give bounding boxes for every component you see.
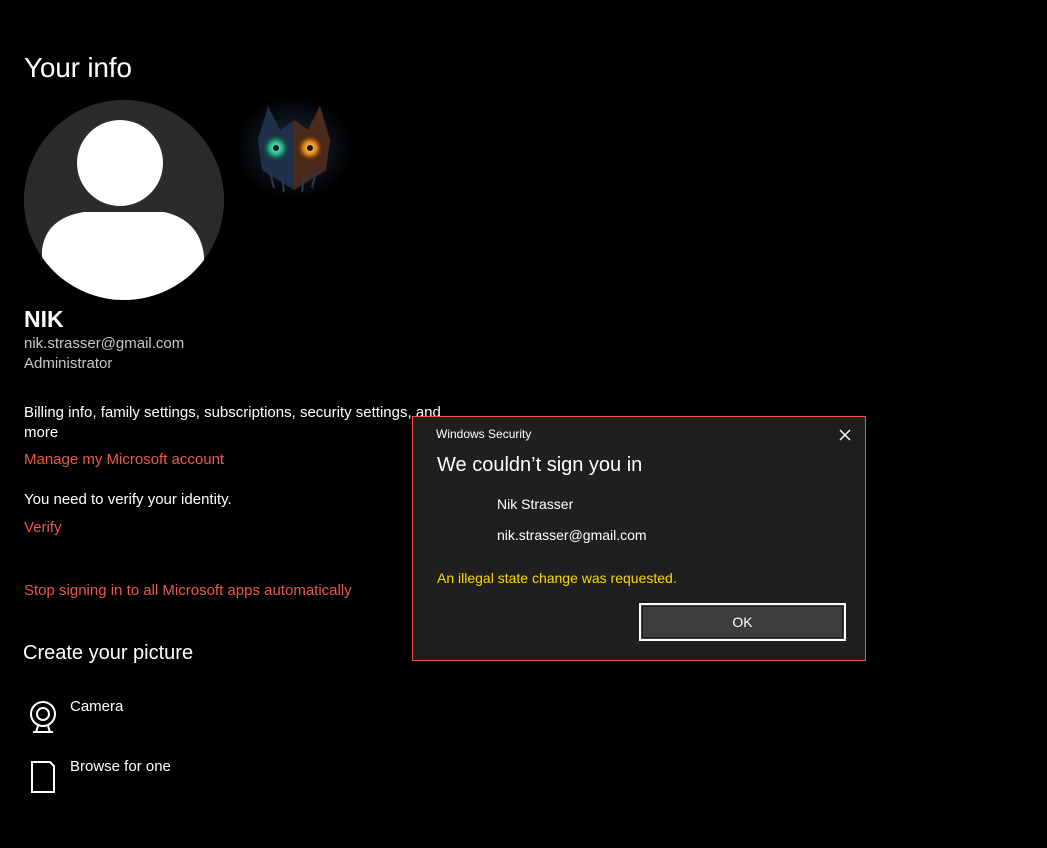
dialog-heading: We couldn’t sign you in xyxy=(437,454,643,476)
dialog-user-email: nik.strasser@gmail.com xyxy=(497,527,647,543)
settings-page: Your info NIK nik.strasser@gmail.com Adm… xyxy=(0,0,1047,848)
dialog-error-message: An illegal state change was requested. xyxy=(437,570,677,586)
camera-option[interactable]: Camera xyxy=(24,696,224,736)
default-user-icon xyxy=(24,100,224,300)
file-icon xyxy=(31,761,55,793)
dialog-close-button[interactable] xyxy=(833,423,857,447)
user-role: Administrator xyxy=(24,355,113,372)
close-icon xyxy=(839,429,851,441)
camera-icon xyxy=(30,701,56,733)
dialog-caption: Windows Security xyxy=(436,427,532,441)
browse-option[interactable]: Browse for one xyxy=(24,756,224,796)
mask-picture-icon[interactable] xyxy=(240,100,348,196)
windows-security-dialog: Windows Security We couldn’t sign you in… xyxy=(412,416,866,661)
verify-link[interactable]: Verify xyxy=(24,519,62,536)
create-picture-title: Create your picture xyxy=(23,642,194,664)
manage-account-link[interactable]: Manage my Microsoft account xyxy=(24,451,224,468)
page-title: Your info xyxy=(24,52,132,83)
stop-signing-in-link[interactable]: Stop signing in to all Microsoft apps au… xyxy=(24,582,352,599)
billing-description: Billing info, family settings, subscript… xyxy=(24,404,441,441)
dialog-user-name: Nik Strasser xyxy=(497,496,574,512)
browse-label: Browse for one xyxy=(70,758,171,775)
ok-button[interactable]: OK xyxy=(639,603,846,641)
user-email: nik.strasser@gmail.com xyxy=(24,335,185,352)
verify-identity-text: You need to verify your identity. xyxy=(24,491,232,508)
user-name: NIK xyxy=(24,306,64,332)
camera-label: Camera xyxy=(70,698,124,715)
